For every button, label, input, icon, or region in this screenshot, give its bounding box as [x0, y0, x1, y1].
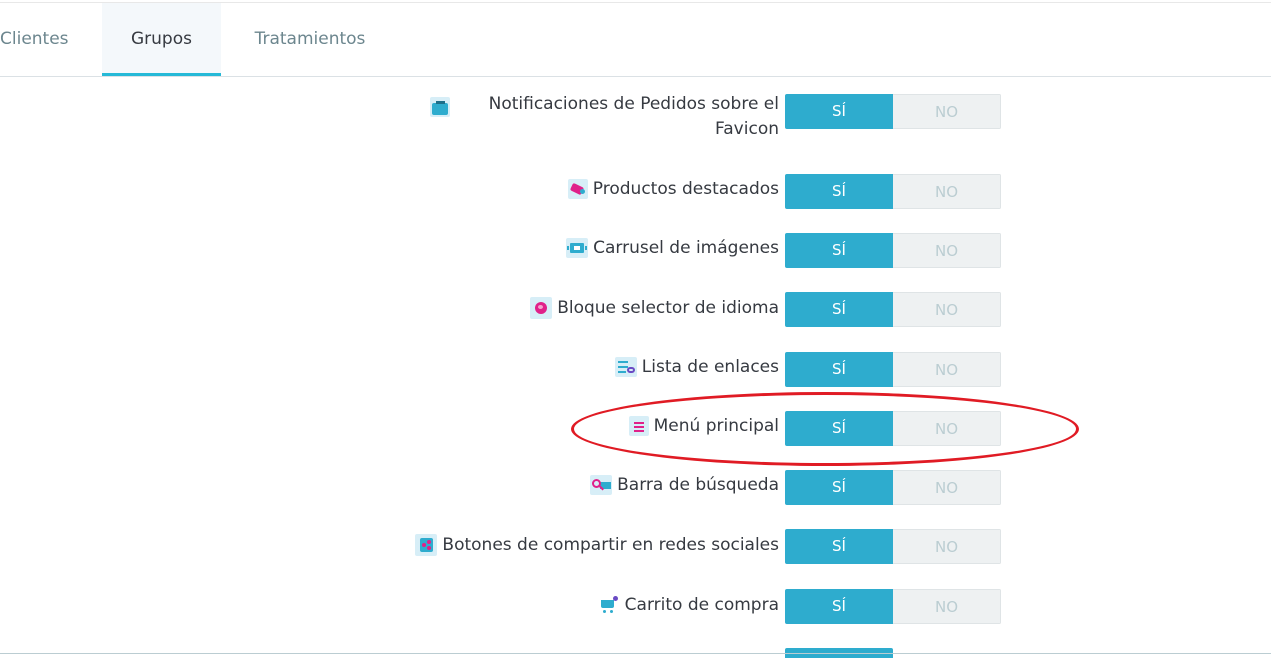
no-option[interactable]: NO	[893, 352, 1001, 387]
yes-option[interactable]: SÍ	[785, 352, 893, 387]
module-label: Menú principal	[628, 416, 779, 436]
yes-option[interactable]: SÍ	[785, 174, 893, 209]
no-option[interactable]: NO	[893, 470, 1001, 505]
links-toggle: SÍ NO	[785, 352, 1001, 387]
tab-clientes[interactable]: Clientes	[0, 3, 102, 76]
search-bar-icon	[590, 475, 613, 495]
module-label: Lista de enlaces	[614, 357, 779, 377]
favicon-notification-icon	[430, 97, 450, 117]
no-option[interactable]: NO	[893, 233, 1001, 268]
tab-tratamientos[interactable]: Tratamientos	[221, 3, 399, 76]
module-row-links: Lista de enlaces SÍ NO	[0, 352, 1271, 388]
module-row-social: Botones de compartir en redes sociales S…	[0, 529, 1271, 565]
yes-option[interactable]: SÍ	[785, 470, 893, 505]
module-row-mainmenu: Menú principal SÍ NO	[0, 411, 1271, 447]
tab-bar: Clientes Grupos Tratamientos	[0, 3, 1271, 77]
no-option[interactable]: NO	[893, 411, 1001, 446]
module-label: Productos destacados	[567, 179, 779, 199]
cart-toggle: SÍ NO	[785, 589, 1001, 624]
module-row-cart: Carrito de compra SÍ NO	[0, 589, 1271, 625]
no-option[interactable]: NO	[893, 94, 1001, 129]
featured-toggle: SÍ NO	[785, 174, 1001, 209]
module-label: Bloque selector de idioma	[530, 297, 779, 319]
yes-option[interactable]: SÍ	[785, 292, 893, 327]
no-option[interactable]: NO	[893, 174, 1001, 209]
module-row-search: Barra de búsqueda SÍ NO	[0, 470, 1271, 506]
link-list-icon	[614, 357, 637, 377]
module-row-favicon: Notificaciones de Pedidos sobre el Favic…	[0, 94, 1271, 139]
carousel-toggle: SÍ NO	[785, 233, 1001, 268]
social-share-icon	[415, 534, 438, 556]
featured-products-icon	[567, 179, 588, 199]
tab-grupos[interactable]: Grupos	[102, 3, 221, 76]
social-toggle: SÍ NO	[785, 529, 1001, 564]
yes-option[interactable]: SÍ	[785, 529, 893, 564]
favicon-toggle: SÍ NO	[785, 94, 1001, 129]
module-label: Notificaciones de Pedidos sobre el Favic…	[430, 92, 779, 142]
shopping-cart-icon	[597, 594, 620, 616]
module-label: Barra de búsqueda	[590, 475, 779, 495]
no-option[interactable]: NO	[893, 529, 1001, 564]
yes-option[interactable]: SÍ	[785, 589, 893, 624]
no-option[interactable]: NO	[893, 589, 1001, 624]
module-label: Carrusel de imágenes	[566, 238, 779, 258]
language-selector-icon	[530, 297, 553, 319]
module-row-carousel: Carrusel de imágenes SÍ NO	[0, 233, 1271, 269]
module-label: Botones de compartir en redes sociales	[415, 534, 779, 556]
main-menu-icon	[628, 416, 649, 436]
yes-option[interactable]: SÍ	[785, 411, 893, 446]
language-toggle: SÍ NO	[785, 292, 1001, 327]
bottom-divider	[0, 653, 1271, 654]
yes-option[interactable]: SÍ	[785, 94, 893, 129]
search-toggle: SÍ NO	[785, 470, 1001, 505]
module-row-featured: Productos destacados SÍ NO	[0, 174, 1271, 210]
image-carousel-icon	[566, 238, 589, 258]
yes-option[interactable]: SÍ	[785, 233, 893, 268]
module-row-language: Bloque selector de idioma SÍ NO	[0, 292, 1271, 328]
module-label: Carrito de compra	[597, 594, 779, 616]
no-option[interactable]: NO	[893, 292, 1001, 327]
mainmenu-toggle: SÍ NO	[785, 411, 1001, 446]
